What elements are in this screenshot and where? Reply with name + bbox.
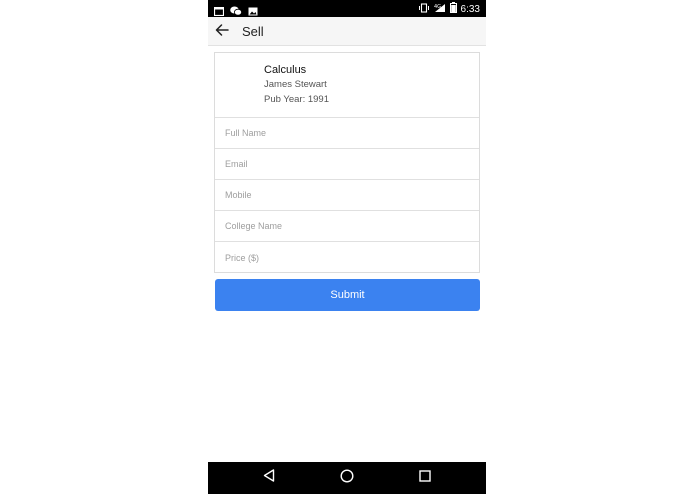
full-name-input[interactable] [215,118,479,148]
home-circle-icon [340,468,354,488]
status-bar: 4G 6:33 [208,0,486,17]
submit-button[interactable]: Submit [215,279,480,311]
sell-form-card: Calculus James Stewart Pub Year: 1991 [214,52,480,273]
college-name-input[interactable] [215,211,479,241]
back-button[interactable] [212,22,232,42]
book-info: Calculus James Stewart Pub Year: 1991 [215,53,479,118]
nav-back-button[interactable] [261,469,277,487]
arrow-left-icon [215,23,229,41]
page-title: Sell [242,24,264,39]
vibrate-icon [418,2,430,16]
mobile-input[interactable] [215,180,479,210]
book-title: Calculus [264,64,307,76]
book-author: James Stewart [264,79,327,90]
phone-screen: 4G 6:33 Sell Calculus James Stewart Pub … [208,0,486,494]
svg-text:4G: 4G [434,4,441,10]
status-right-icons: 4G 6:33 [418,2,480,16]
signal-icon: 4G [434,3,446,16]
app-bar: Sell [208,17,486,46]
nav-home-button[interactable] [339,468,355,488]
nav-recents-button[interactable] [417,470,433,486]
price-row [215,242,479,273]
college-row [215,211,479,242]
email-input[interactable] [215,149,479,179]
status-time: 6:33 [460,3,480,15]
back-triangle-icon [263,469,275,487]
battery-icon [449,2,457,16]
book-pub-year: Pub Year: 1991 [264,94,329,105]
price-input[interactable] [215,242,479,273]
recents-square-icon [419,469,431,487]
mobile-row [215,180,479,211]
email-row [215,149,479,180]
nav-bar [208,462,486,494]
full-name-row [215,118,479,149]
